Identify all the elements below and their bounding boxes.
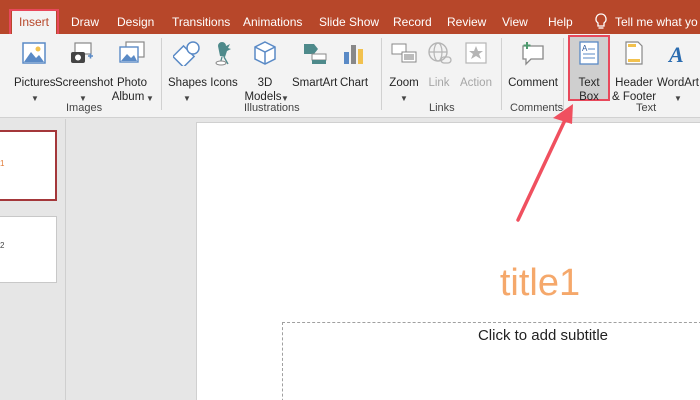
smartart-icon (304, 44, 327, 64)
slide-thumbnail-1[interactable]: 1 (0, 130, 57, 201)
tab-record[interactable]: Record (393, 12, 432, 32)
zoom-button[interactable]: Zoom ▼ (387, 40, 421, 103)
group-separator (501, 38, 502, 110)
chevron-down-icon: ▼ (674, 94, 682, 103)
tab-slide-show[interactable]: Slide Show (319, 12, 379, 32)
zoom-icon (391, 43, 417, 63)
icons-icon (215, 42, 231, 66)
group-separator (563, 38, 564, 110)
chevron-down-icon: ▼ (400, 94, 408, 103)
group-separator (161, 38, 162, 110)
group-label-comments: Comments (510, 102, 564, 114)
photo-album-button[interactable]: Photo Album ▼ (110, 40, 154, 103)
pictures-icon (22, 42, 46, 64)
header-footer-icon (625, 41, 643, 65)
tab-transitions[interactable]: Transitions (172, 12, 230, 32)
comment-button[interactable]: Comment (508, 40, 558, 100)
wordart-icon: A (667, 42, 684, 66)
tab-help[interactable]: Help (548, 12, 573, 32)
tab-insert-highlight (9, 9, 59, 36)
chevron-down-icon: ▼ (146, 94, 154, 103)
tab-draw[interactable]: Draw (71, 12, 99, 32)
subtitle-text: Click to add subtitle (477, 327, 609, 344)
group-label-links: Links (429, 102, 455, 114)
screenshot-icon (71, 42, 93, 63)
pictures-button[interactable]: Pictures ▼ (14, 40, 56, 103)
tab-animations[interactable]: Animations (243, 12, 302, 32)
group-label-text: Text (636, 102, 657, 114)
slide-title[interactable]: title1 (0, 262, 700, 305)
bar-chart-icon (344, 45, 363, 64)
tell-me-text: Tell me what yo (615, 15, 698, 29)
pane-splitter[interactable] (65, 119, 66, 400)
tab-review[interactable]: Review (447, 12, 486, 32)
group-separator (381, 38, 382, 110)
3d-models-button[interactable]: 3D Models ▼ (243, 40, 289, 103)
wordart-button[interactable]: A WordArt ▼ (656, 40, 700, 103)
icons-button[interactable]: Icons (208, 40, 240, 100)
tab-design[interactable]: Design (117, 12, 154, 32)
screenshot-button[interactable]: Screenshot ▼ (55, 40, 113, 103)
cube-icon (254, 41, 276, 65)
svg-text:A: A (667, 42, 684, 66)
chart-button[interactable]: Chart (338, 40, 370, 100)
text-box-button[interactable]: A Text Box (570, 40, 608, 103)
tell-me-search[interactable]: Tell me what yo (593, 11, 700, 33)
header-footer-button[interactable]: Header & Footer (612, 40, 656, 103)
star-action-icon (465, 42, 487, 64)
chevron-down-icon: ▼ (31, 94, 39, 103)
text-box-icon: A (579, 41, 599, 65)
group-label-images: Images (66, 102, 103, 114)
tab-view[interactable]: View (502, 12, 528, 32)
ribbon: Pictures ▼ Screenshot ▼ Photo Album ▼ Sh… (0, 34, 700, 118)
subtitle-placeholder[interactable]: Click to add subtitle (282, 322, 700, 400)
globe-link-icon (428, 42, 452, 64)
shapes-button[interactable]: Shapes ▼ (168, 40, 207, 103)
smartart-button[interactable]: SmartArt (292, 40, 337, 100)
lightbulb-icon (595, 13, 607, 29)
action-button[interactable]: Action (458, 40, 494, 100)
comment-icon (522, 42, 544, 66)
chevron-down-icon: ▼ (183, 94, 191, 103)
shapes-icon (173, 41, 200, 66)
photo-album-icon (119, 41, 145, 63)
link-button[interactable]: Link (424, 40, 454, 100)
svg-text:A: A (582, 44, 588, 53)
group-label-illustrations: Illustrations (244, 102, 300, 114)
